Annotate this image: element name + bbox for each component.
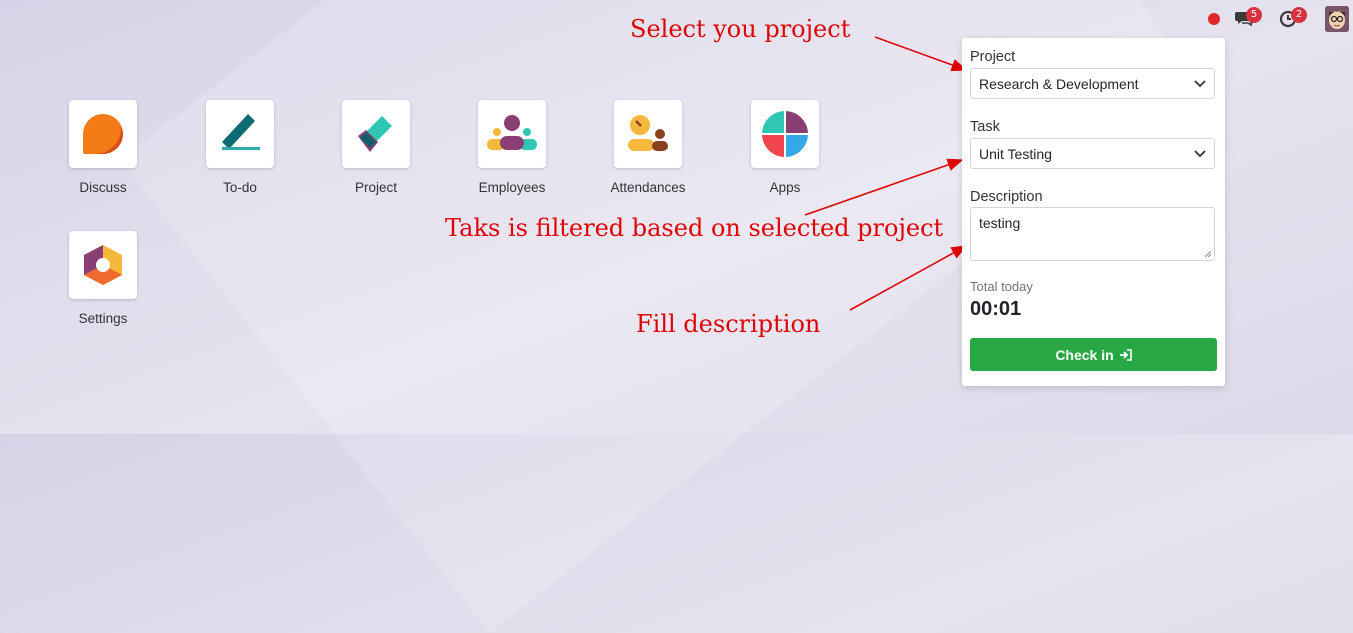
description-value: testing [979,215,1021,231]
sign-in-icon [1119,348,1132,361]
total-today-label: Total today [970,279,1033,294]
arrow-to-project [874,36,968,72]
project-select[interactable]: Research & Development [970,68,1215,99]
chevron-down-icon [1194,149,1206,157]
check-in-button[interactable]: Check in [970,338,1217,371]
total-today-value: 00:01 [970,298,1022,320]
resize-handle-icon[interactable] [1204,250,1212,258]
description-textarea[interactable]: testing [970,207,1215,261]
description-label: Description [970,189,1043,205]
arrow-to-task [804,158,964,216]
task-select-value: Unit Testing [979,145,1052,162]
task-label: Task [970,119,1000,135]
chevron-down-icon [1194,79,1206,87]
task-select[interactable]: Unit Testing [970,138,1215,169]
project-select-value: Research & Development [979,75,1139,92]
check-in-label: Check in [1055,346,1114,363]
attendance-panel: Project Research & Development Task Unit… [962,38,1225,386]
arrow-to-description [849,245,968,311]
project-label: Project [970,49,1016,65]
